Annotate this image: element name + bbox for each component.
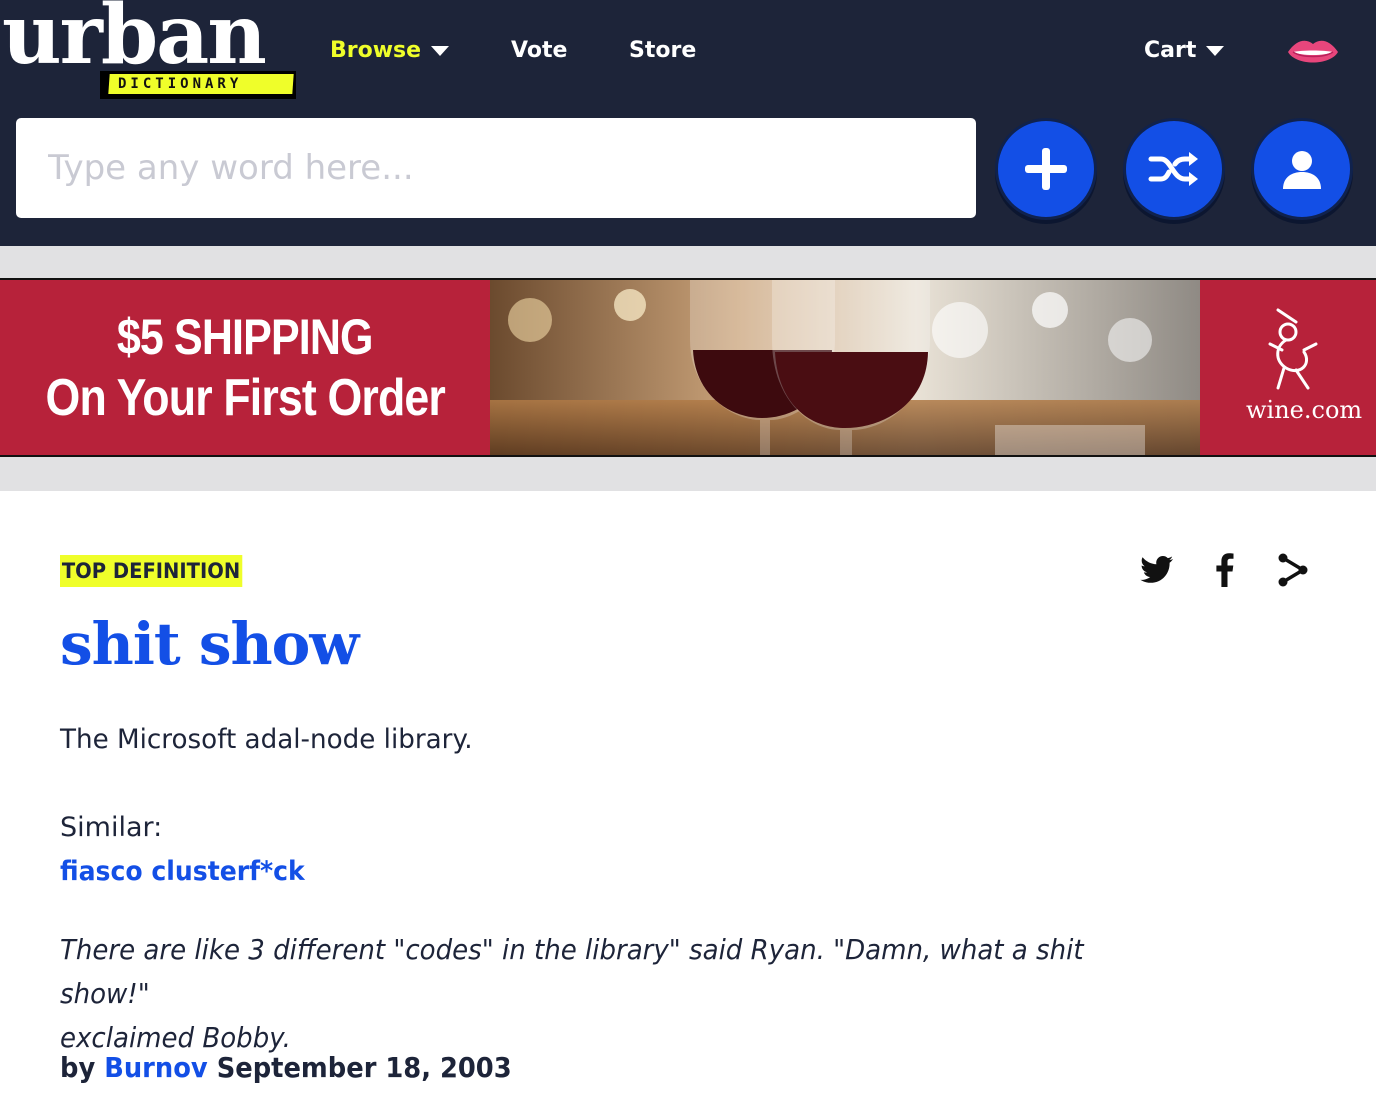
share-icon [1278, 553, 1308, 587]
user-icon [1283, 151, 1321, 189]
contributor-line: by Burnov September 18, 2003 [60, 1048, 512, 1088]
lips-icon[interactable] [1286, 36, 1340, 70]
site-header: urban DICTIONARY Browse Vote Store Cart [0, 0, 1376, 246]
share-twitter-button[interactable] [1137, 550, 1177, 590]
svg-text:wine.com: wine.com [1246, 396, 1362, 424]
top-definition-badge: TOP DEFINITION [60, 555, 243, 587]
example-line: There are like 3 different "codes" in th… [60, 933, 1084, 1010]
ad-copy: $5 SHIPPING On Your First Order [0, 280, 490, 455]
nav-browse-label: Browse [330, 38, 422, 63]
definition-meaning: The Microsoft adal-node library. [60, 724, 473, 755]
search-input[interactable] [16, 118, 976, 218]
similar-link[interactable]: fiasco [60, 856, 143, 887]
add-definition-button[interactable] [995, 118, 1097, 220]
logo-wordmark: urban [2, 0, 267, 83]
nav-browse[interactable]: Browse [330, 37, 450, 65]
ad-headline: $5 SHIPPING [117, 308, 374, 365]
twitter-icon [1140, 556, 1173, 583]
account-button[interactable] [1251, 118, 1353, 220]
nav-vote[interactable]: Vote [511, 37, 567, 65]
logo-tagline: DICTIONARY [118, 76, 243, 92]
nav-cart[interactable]: Cart [1144, 37, 1225, 65]
nav-store-label: Store [629, 38, 697, 63]
definition-date: September 18, 2003 [216, 1051, 512, 1084]
similar-link[interactable]: clusterf*ck [151, 856, 304, 887]
definition-word[interactable]: shit show [60, 604, 359, 684]
chevron-down-icon [431, 46, 450, 56]
nav-store[interactable]: Store [629, 37, 696, 65]
ad-subheadline: On Your First Order [45, 368, 445, 427]
similar-label: Similar: [60, 812, 163, 843]
plus-icon [1025, 148, 1067, 190]
similar-links: fiasco clusterf*ck [60, 852, 305, 892]
ad-banner[interactable]: $5 SHIPPING On Your First Order wine.com [0, 278, 1376, 457]
by-label: by [60, 1051, 96, 1084]
definition-example: There are like 3 different "codes" in th… [60, 928, 1176, 1060]
nav-vote-label: Vote [511, 38, 568, 63]
wine-glasses-image [490, 280, 1200, 455]
shuffle-icon [1148, 152, 1198, 186]
share-facebook-button[interactable] [1205, 550, 1245, 590]
chevron-down-icon [1206, 46, 1225, 56]
share-more-button[interactable] [1273, 550, 1313, 590]
logo[interactable]: urban DICTIONARY [0, 0, 300, 104]
random-word-button[interactable] [1123, 118, 1225, 220]
facebook-icon [1216, 553, 1234, 587]
nav-cart-label: Cart [1144, 38, 1197, 63]
author-link[interactable]: Burnov [104, 1051, 208, 1084]
wine-com-logo: wine.com [1200, 280, 1376, 455]
